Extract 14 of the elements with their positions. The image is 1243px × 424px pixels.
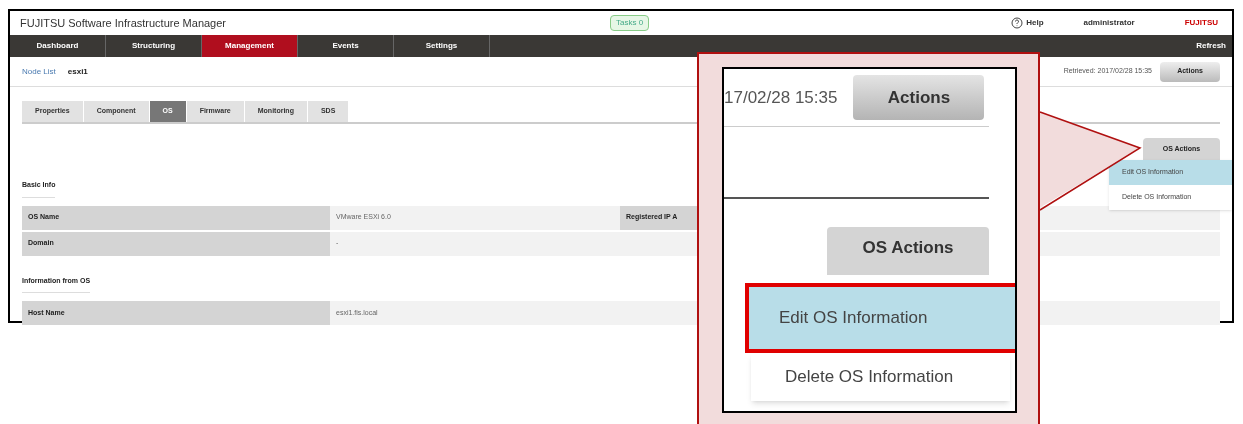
help-link[interactable]: Help (1026, 17, 1044, 29)
nav-tab[interactable]: Management (202, 35, 298, 57)
refresh-button[interactable]: Refresh (1196, 40, 1226, 52)
breadcrumb-current: esxi1 (67, 65, 88, 78)
help-icon[interactable] (1011, 17, 1024, 29)
user-name[interactable]: administrator (1083, 17, 1135, 29)
menu-item[interactable]: Edit OS Information (745, 283, 1015, 353)
breadcrumb-link[interactable]: Node List (22, 65, 56, 78)
os-actions-button[interactable]: OS Actions (827, 227, 989, 275)
retrieved-time: 17/02/28 15:35 (724, 86, 838, 109)
window-title: FUJITSU Software Infrastructure Manager (20, 15, 227, 31)
logo-text: FUJITSU (1184, 17, 1218, 29)
actions-button[interactable]: Actions (853, 75, 985, 120)
menu-item[interactable]: Delete OS Information (751, 353, 1010, 401)
